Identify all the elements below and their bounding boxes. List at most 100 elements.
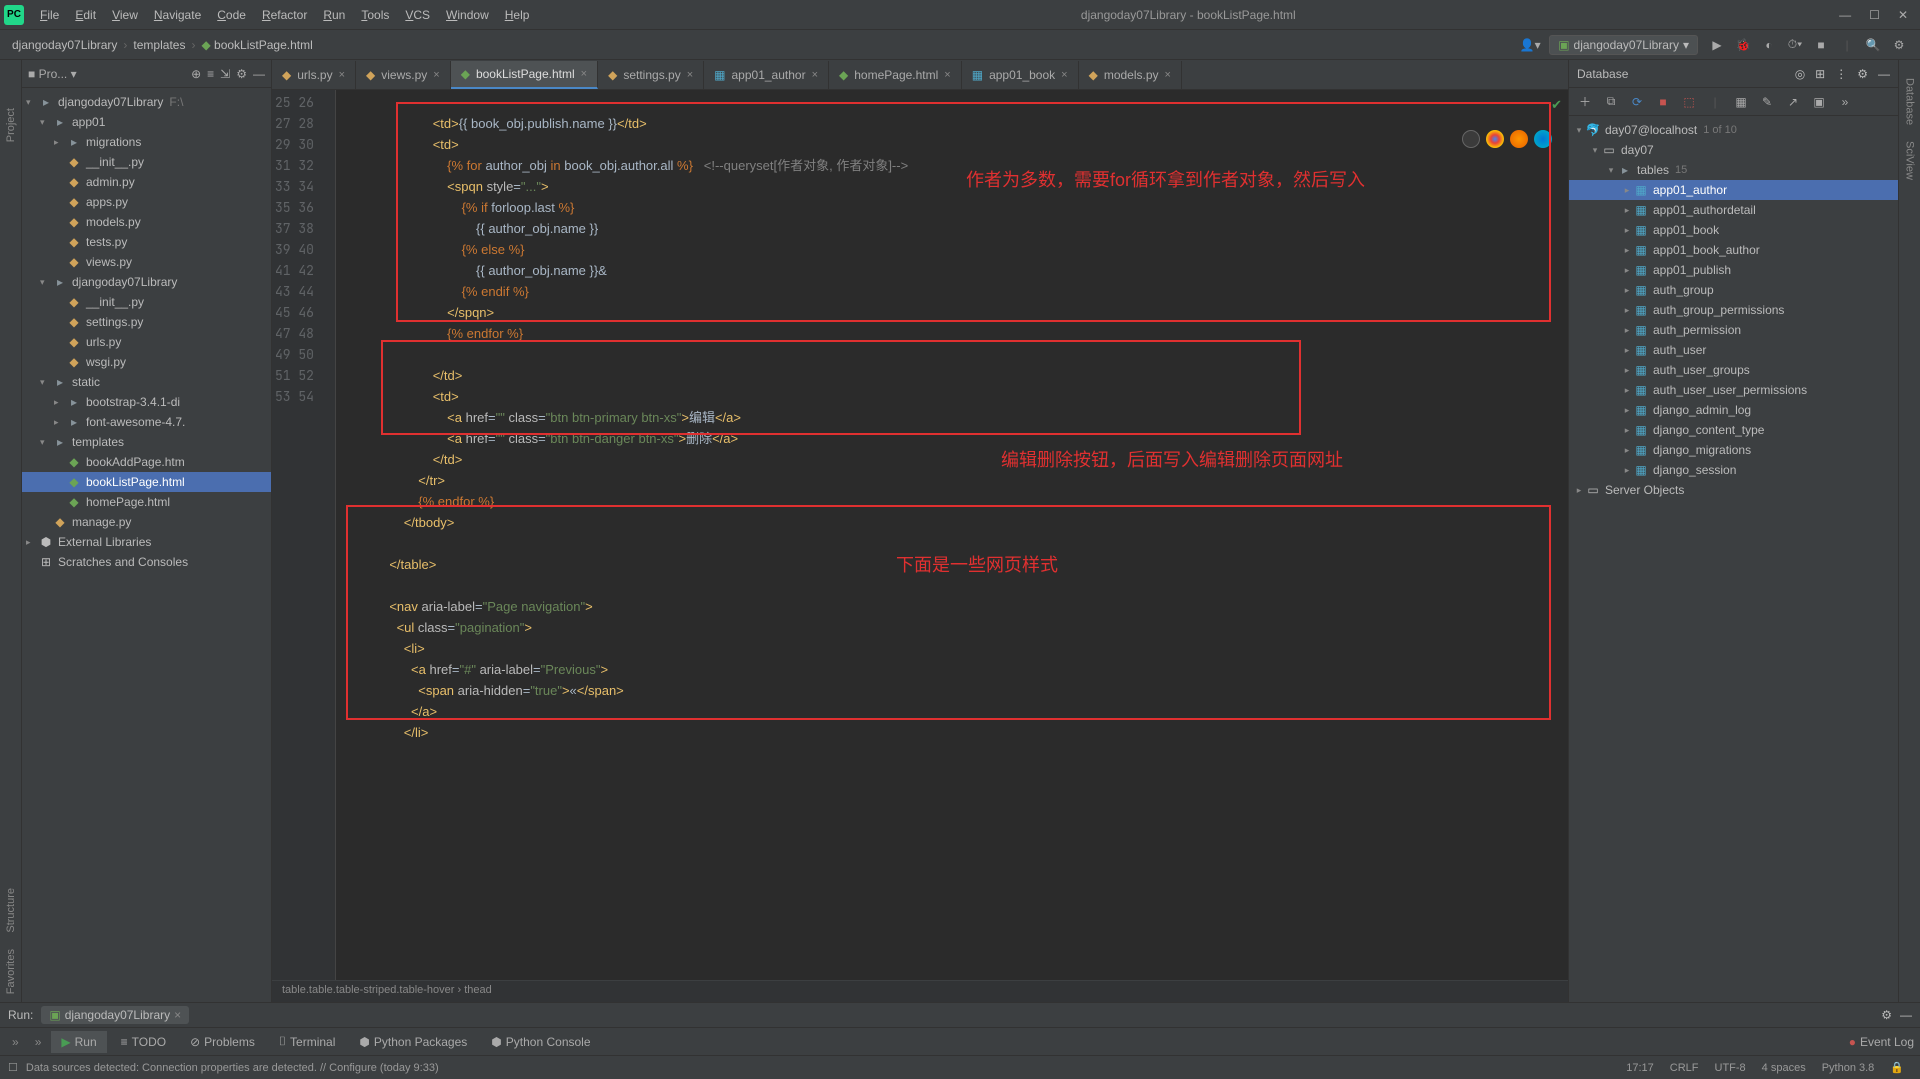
menu-vcs[interactable]: VCS [397, 4, 438, 26]
maximize-icon[interactable]: ☐ [1869, 8, 1880, 22]
collapse-all-icon[interactable]: ⇲ [220, 67, 230, 81]
tree-item[interactable]: ◆admin.py [22, 172, 271, 192]
status-icon[interactable]: ☐ [8, 1061, 18, 1074]
db-tool-icon[interactable]: ⊞ [1815, 67, 1825, 81]
menu-tools[interactable]: Tools [353, 4, 397, 26]
menu-navigate[interactable]: Navigate [146, 4, 209, 26]
stop-button[interactable] [1810, 34, 1832, 56]
tree-item[interactable]: ◆__init__.py [22, 292, 271, 312]
db-tree-item[interactable]: ▸▦app01_authordetail [1569, 200, 1898, 220]
menu-window[interactable]: Window [438, 4, 497, 26]
menu-run[interactable]: Run [315, 4, 353, 26]
coverage-button[interactable]: ◐ [1758, 34, 1780, 56]
db-tree-item[interactable]: ▸▦django_content_type [1569, 420, 1898, 440]
hide-icon[interactable]: — [253, 67, 265, 81]
debug-button[interactable]: 🐞 [1732, 34, 1754, 56]
project-view-selector[interactable]: ■ Pro... ▾ [28, 67, 77, 81]
editor-tab-models-py[interactable]: ◆models.py× [1079, 61, 1182, 89]
tree-item[interactable]: ▾▸app01 [22, 112, 271, 132]
caret-position[interactable]: 17:17 [1618, 1062, 1662, 1074]
db-tree-item[interactable]: ▸▭Server Objects [1569, 480, 1898, 500]
line-separator[interactable]: CRLF [1662, 1062, 1707, 1074]
db-tree-item[interactable]: ▸▦app01_book [1569, 220, 1898, 240]
edge-icon[interactable] [1534, 130, 1552, 148]
db-tree-item[interactable]: ▸▦auth_user [1569, 340, 1898, 360]
db-tree-item[interactable]: ▸▦auth_user_user_permissions [1569, 380, 1898, 400]
tree-item[interactable]: ◆views.py [22, 252, 271, 272]
menu-help[interactable]: Help [497, 4, 538, 26]
db-tree-item[interactable]: ▸▦auth_permission [1569, 320, 1898, 340]
editor-tab-app01_author[interactable]: ▦app01_author× [704, 61, 829, 89]
tree-item[interactable]: ▾▸djangoday07LibraryF:\ [22, 92, 271, 112]
indent-setting[interactable]: 4 spaces [1754, 1062, 1814, 1074]
editor-tab-views-py[interactable]: ◆views.py× [356, 61, 451, 89]
file-encoding[interactable]: UTF-8 [1707, 1062, 1754, 1074]
expand-icon[interactable]: » [29, 1035, 48, 1049]
code-breadcrumb[interactable]: table.table.table-striped.table-hover › … [272, 980, 1568, 1002]
lock-icon[interactable]: 🔒 [1882, 1061, 1912, 1074]
editor-tab-homePage-html[interactable]: ◆homePage.html× [829, 61, 962, 89]
project-tool-tab[interactable]: Project [3, 100, 19, 150]
tree-item[interactable]: ▾▸static [22, 372, 271, 392]
code-content[interactable]: <td>{{ book_obj.publish.name }}</td> <td… [336, 90, 1568, 980]
run-hide-icon[interactable]: — [1900, 1008, 1912, 1022]
db-tool-icon[interactable]: ◎ [1795, 67, 1805, 81]
tree-item[interactable]: ⊞Scratches and Consoles [22, 552, 271, 572]
db-tree-item[interactable]: ▸▦django_session [1569, 460, 1898, 480]
tree-item[interactable]: ▸▸bootstrap-3.4.1-di [22, 392, 271, 412]
tree-item[interactable]: ◆urls.py [22, 332, 271, 352]
db-hide-icon[interactable]: — [1878, 67, 1890, 81]
problems-tab[interactable]: ⊘Problems [180, 1031, 265, 1053]
editor-tab-settings-py[interactable]: ◆settings.py× [598, 61, 704, 89]
refresh-icon[interactable]: ⟳ [1627, 95, 1647, 109]
db-tree-item[interactable]: ▸▦auth_group [1569, 280, 1898, 300]
console-icon[interactable]: ▣ [1809, 95, 1829, 109]
python-console-tab[interactable]: ⬢Python Console [481, 1031, 600, 1053]
tree-item[interactable]: ◆__init__.py [22, 152, 271, 172]
python-interpreter[interactable]: Python 3.8 [1814, 1062, 1883, 1074]
settings-icon[interactable]: ⚙ [236, 67, 247, 81]
chrome-icon[interactable] [1486, 130, 1504, 148]
stop-icon[interactable]: ■ [1653, 95, 1673, 109]
favorites-tool-tab[interactable]: Favorites [3, 941, 19, 1002]
run-config-tab[interactable]: ▣djangoday07Library× [41, 1006, 189, 1024]
menu-view[interactable]: View [104, 4, 146, 26]
minimize-icon[interactable]: — [1839, 8, 1851, 22]
tree-item[interactable]: ◆apps.py [22, 192, 271, 212]
expand-all-icon[interactable]: ≡ [207, 67, 214, 81]
breadcrumb-root[interactable]: djangoday07Library [8, 36, 121, 54]
editor-tab-bookListPage-html[interactable]: ◆bookListPage.html× [451, 61, 598, 89]
tree-item[interactable]: ▸▸font-awesome-4.7. [22, 412, 271, 432]
status-message[interactable]: Data sources detected: Connection proper… [18, 1062, 447, 1074]
user-icon[interactable]: 👤▾ [1519, 34, 1541, 56]
db-tree-item[interactable]: ▸▦auth_group_permissions [1569, 300, 1898, 320]
tx-icon[interactable]: ⬚ [1679, 95, 1699, 109]
editor-tab-app01_book[interactable]: ▦app01_book× [962, 61, 1079, 89]
python-packages-tab[interactable]: ⬢Python Packages [349, 1031, 477, 1053]
database-tree[interactable]: ▾🐬day07@localhost1 of 10▾▭day07▾▸tables1… [1569, 116, 1898, 1002]
db-tree-item[interactable]: ▸▦auth_user_groups [1569, 360, 1898, 380]
database-tool-tab[interactable]: Database [1902, 70, 1918, 133]
breadcrumb-file[interactable]: ◆ bookListPage.html [197, 36, 316, 54]
jump-icon[interactable]: ↗ [1783, 95, 1803, 109]
expand-icon[interactable]: » [6, 1035, 25, 1049]
tree-item[interactable]: ◆bookListPage.html [22, 472, 271, 492]
db-tree-item[interactable]: ▾▭day07 [1569, 140, 1898, 160]
event-log-tab[interactable]: ●Event Log [1849, 1035, 1914, 1049]
project-tree[interactable]: ▾▸djangoday07LibraryF:\▾▸app01▸▸migratio… [22, 88, 271, 1002]
ide-settings-icon[interactable] [1888, 34, 1910, 56]
menu-edit[interactable]: Edit [67, 4, 104, 26]
duplicate-icon[interactable]: ⧉ [1601, 94, 1621, 109]
tree-item[interactable]: ◆models.py [22, 212, 271, 232]
tree-item[interactable]: ◆bookAddPage.htm [22, 452, 271, 472]
select-opened-icon[interactable]: ⊕ [191, 67, 201, 81]
profile-button[interactable]: ⏱▾ [1784, 34, 1806, 56]
tree-item[interactable]: ▸⬢External Libraries [22, 532, 271, 552]
run-settings-icon[interactable]: ⚙ [1881, 1008, 1892, 1022]
add-datasource-icon[interactable]: ＋ [1575, 93, 1595, 110]
editor-tab-urls-py[interactable]: ◆urls.py× [272, 61, 356, 89]
tree-item[interactable]: ▾▸templates [22, 432, 271, 452]
more-icon[interactable]: » [1835, 95, 1855, 109]
db-tool-icon[interactable]: ⋮ [1835, 67, 1847, 81]
menu-file[interactable]: File [32, 4, 67, 26]
